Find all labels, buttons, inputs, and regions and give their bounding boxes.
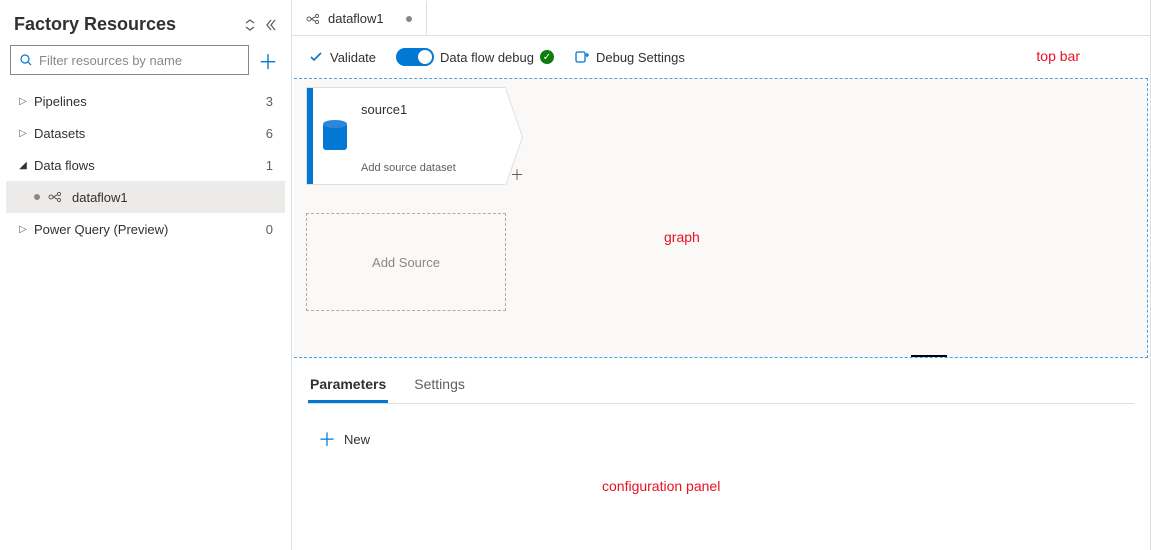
- tree-label: dataflow1: [68, 190, 273, 205]
- tree-label: Data flows: [30, 158, 266, 173]
- source-node-source1[interactable]: source1 Add source dataset: [306, 87, 506, 185]
- config-tab-bar: Parameters Settings: [308, 366, 1134, 404]
- annotation-top-bar: top bar: [1036, 48, 1080, 64]
- source-node-subtitle: Add source dataset: [361, 162, 500, 174]
- configuration-panel: Parameters Settings ＋ New configuration …: [292, 358, 1150, 550]
- filter-input[interactable]: [39, 53, 240, 68]
- new-parameter-button[interactable]: ＋ New: [308, 426, 1134, 452]
- add-resource-button[interactable]: ＋: [255, 47, 281, 73]
- caret-right-icon: ▷: [16, 224, 30, 235]
- sidebar-header: Factory Resources: [6, 10, 285, 45]
- config-tab-parameters[interactable]: Parameters: [308, 366, 388, 403]
- source-node-title: source1: [361, 102, 500, 117]
- caret-down-icon: ◢: [16, 160, 30, 171]
- source-node-body: source1 Add source dataset: [357, 88, 506, 184]
- tree-item-powerquery[interactable]: ▷ Power Query (Preview) 0: [6, 213, 285, 245]
- tree-item-pipelines[interactable]: ▷ Pipelines 3: [6, 85, 285, 117]
- expand-all-icon[interactable]: [243, 18, 257, 32]
- annotation-graph: graph: [664, 229, 700, 245]
- settings-icon: [574, 49, 590, 65]
- tree-label: Power Query (Preview): [30, 222, 266, 237]
- collapse-panel-icon[interactable]: [263, 18, 277, 32]
- factory-resources-sidebar: Factory Resources ＋ ▷ Pipelines 3 ▷ Data…: [0, 0, 292, 550]
- unsaved-dot-icon: [406, 16, 412, 22]
- dataflow-graph-canvas[interactable]: source1 Add source dataset ＋ Add Source …: [294, 78, 1148, 358]
- dataflow-toolbar: Validate Data flow debug ✓ Debug Setting…: [292, 36, 1150, 78]
- check-icon: [308, 49, 324, 65]
- debug-label: Data flow debug: [440, 50, 534, 65]
- main-canvas: dataflow1 Validate Data flow debug ✓ Deb…: [292, 0, 1151, 550]
- debug-settings-button[interactable]: Debug Settings: [574, 49, 685, 65]
- sidebar-title: Factory Resources: [14, 14, 176, 35]
- config-tab-settings[interactable]: Settings: [412, 366, 467, 403]
- debug-settings-label: Debug Settings: [596, 50, 685, 65]
- tree-count: 3: [266, 94, 273, 109]
- database-icon: [313, 88, 357, 184]
- tree-label: Pipelines: [30, 94, 266, 109]
- validate-button[interactable]: Validate: [308, 49, 376, 65]
- validate-label: Validate: [330, 50, 376, 65]
- tree-item-dataflow1[interactable]: dataflow1: [6, 181, 285, 213]
- dataflow-icon: [306, 12, 320, 26]
- tree-item-dataflows[interactable]: ◢ Data flows 1: [6, 149, 285, 181]
- caret-right-icon: ▷: [16, 128, 30, 139]
- annotation-config-panel: configuration panel: [602, 478, 720, 494]
- editor-tab-bar: dataflow1: [292, 0, 1150, 36]
- filter-row: ＋: [6, 45, 285, 83]
- add-transformation-button[interactable]: ＋: [510, 165, 524, 185]
- tree-item-datasets[interactable]: ▷ Datasets 6: [6, 117, 285, 149]
- dataflow-icon: [48, 190, 62, 204]
- add-source-button[interactable]: Add Source: [306, 213, 506, 311]
- unsaved-dot-icon: [34, 194, 40, 200]
- editor-tab-dataflow1[interactable]: dataflow1: [292, 0, 427, 35]
- status-ok-icon: ✓: [540, 50, 554, 64]
- tab-label: dataflow1: [328, 11, 384, 26]
- filter-box[interactable]: [10, 45, 249, 75]
- tree-count: 0: [266, 222, 273, 237]
- tree-count: 6: [266, 126, 273, 141]
- toggle-on-icon: [396, 48, 434, 66]
- new-label: New: [344, 432, 370, 447]
- search-icon: [19, 53, 33, 67]
- add-source-label: Add Source: [372, 255, 440, 270]
- resource-tree: ▷ Pipelines 3 ▷ Datasets 6 ◢ Data flows …: [6, 83, 285, 245]
- debug-toggle[interactable]: Data flow debug ✓: [396, 48, 554, 66]
- tree-count: 1: [266, 158, 273, 173]
- caret-right-icon: ▷: [16, 96, 30, 107]
- plus-icon: ＋: [318, 426, 336, 452]
- tree-label: Datasets: [30, 126, 266, 141]
